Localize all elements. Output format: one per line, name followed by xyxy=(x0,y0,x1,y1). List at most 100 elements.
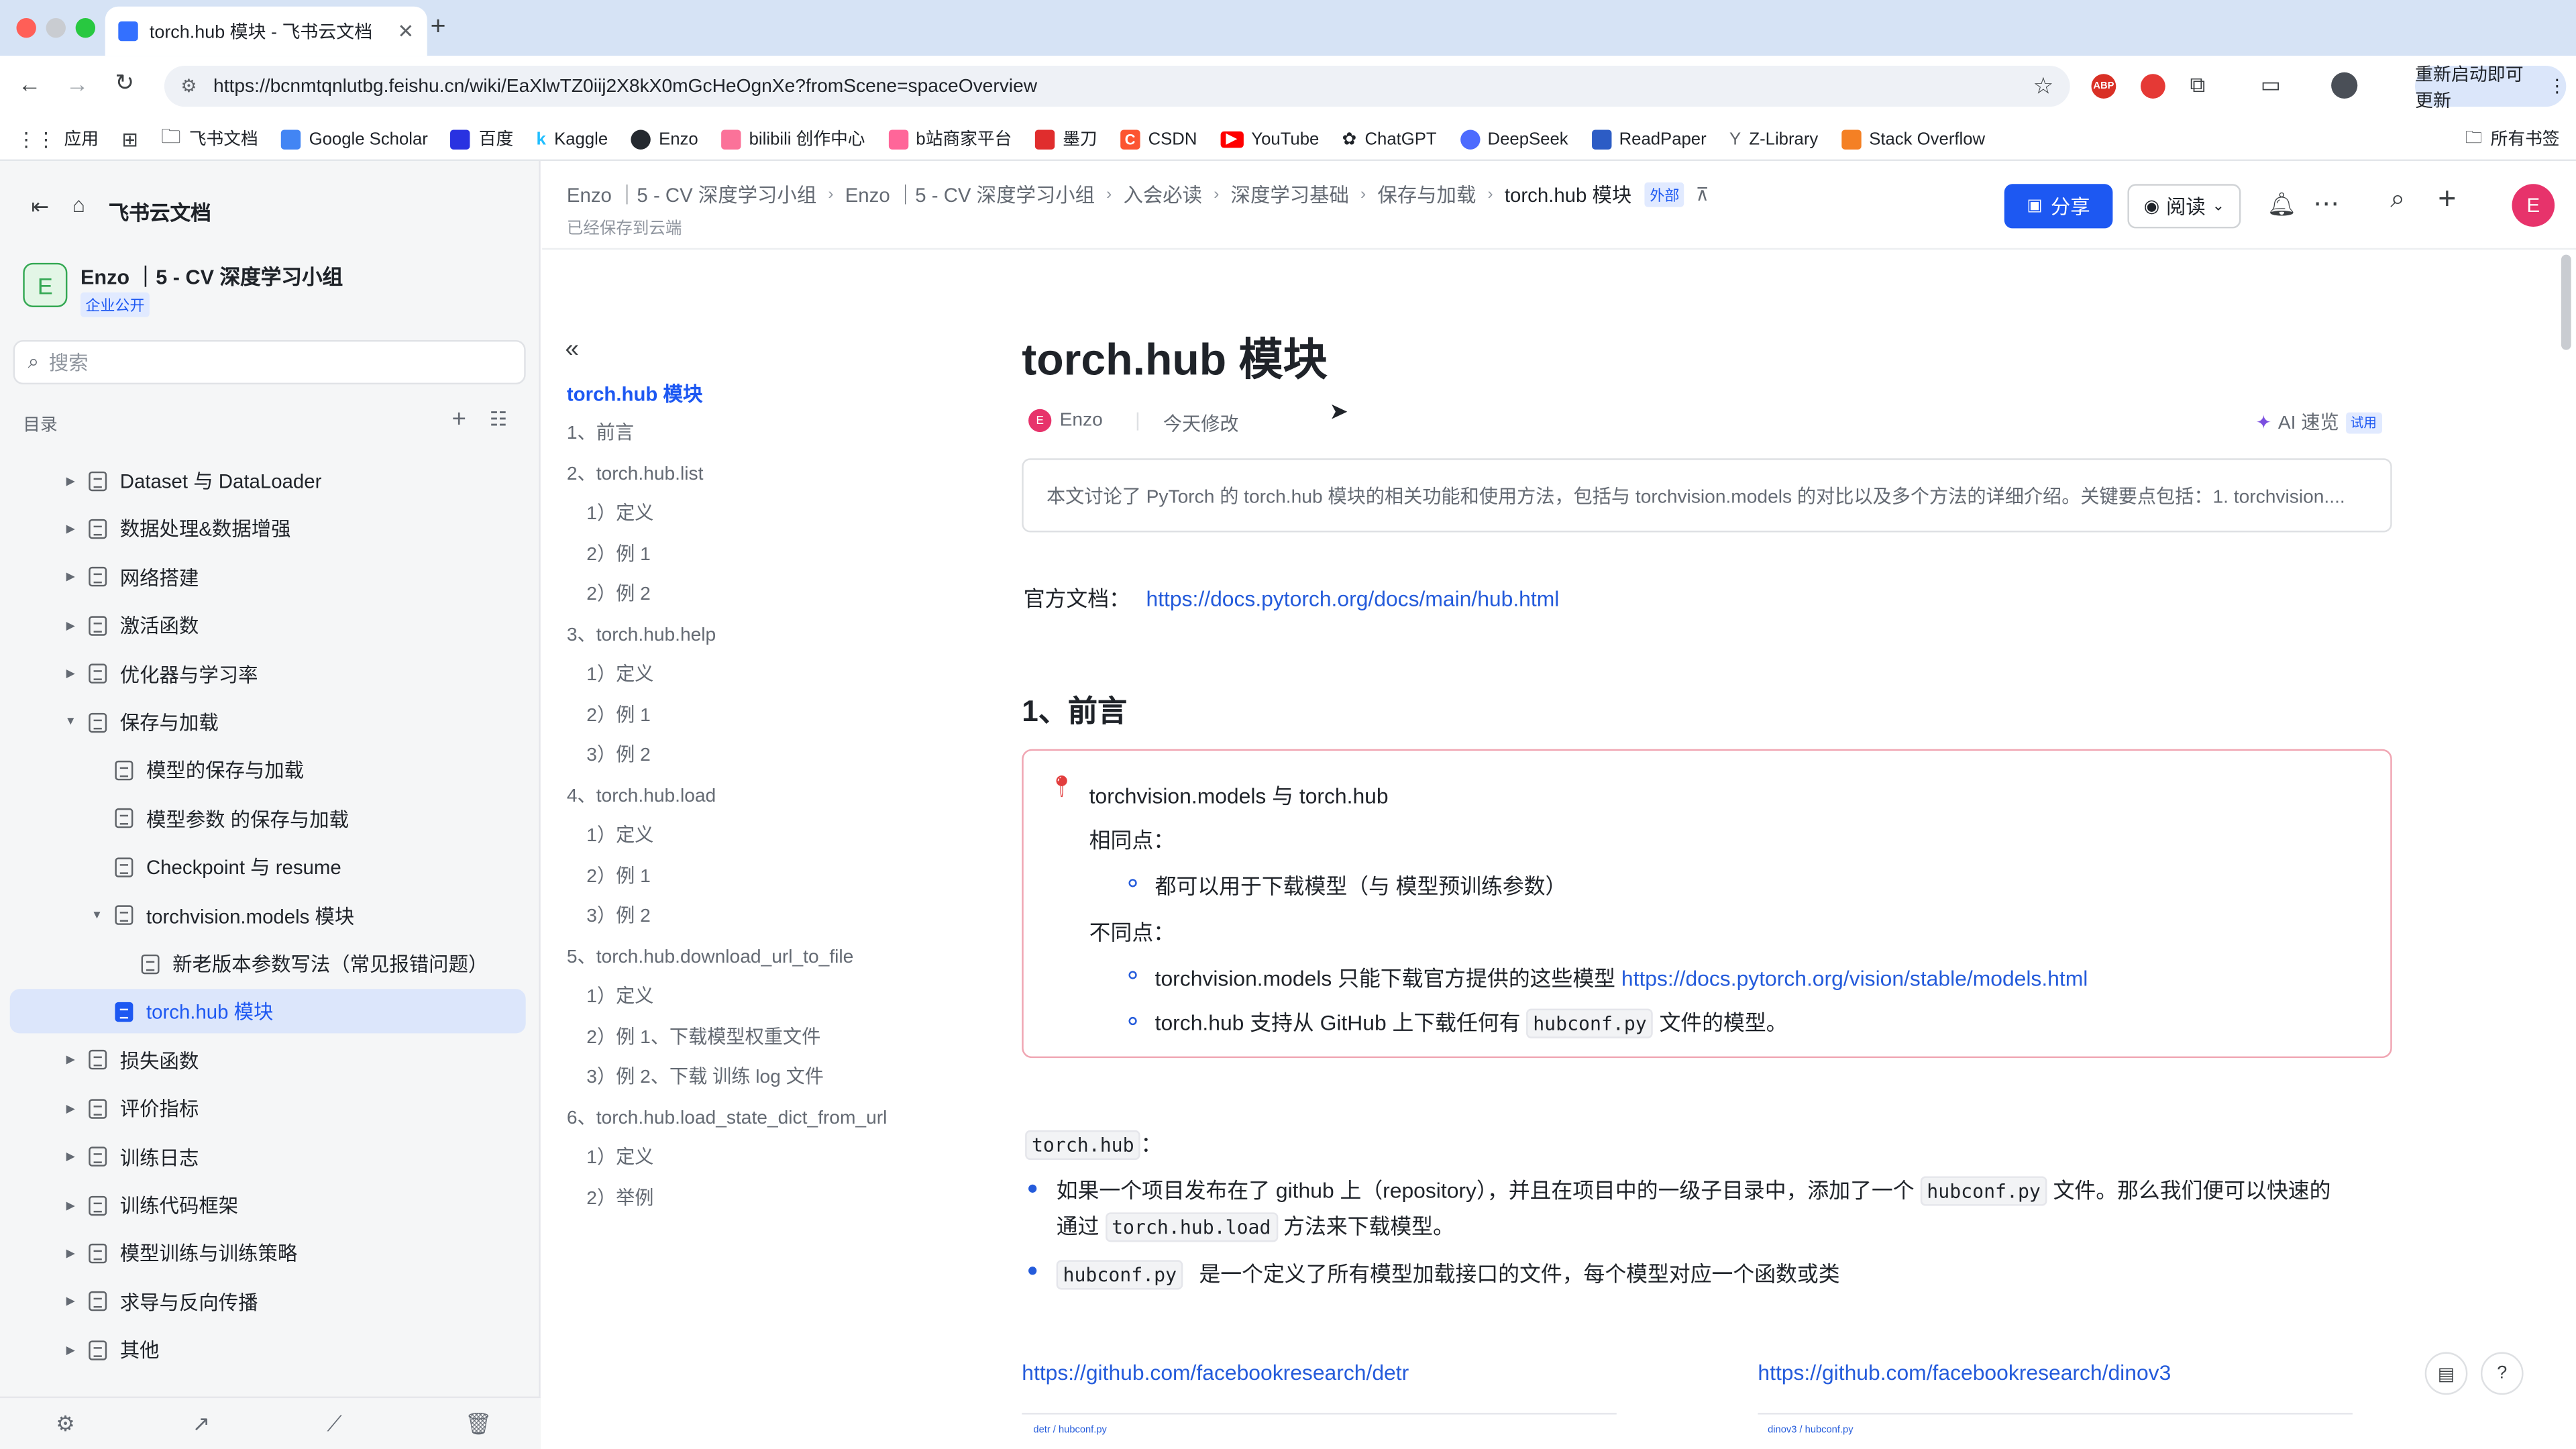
outline-item[interactable]: 2）举例 xyxy=(586,1183,653,1210)
close-tab-icon[interactable]: ✕ xyxy=(398,19,415,42)
tab-search-icon[interactable]: ▭ xyxy=(2261,72,2281,99)
bookmark-baidu[interactable]: 百度 xyxy=(451,127,513,152)
ai-summary-box[interactable]: 本文讨论了 PyTorch 的 torch.hub 模块的相关功能和使用方法，包… xyxy=(1022,458,2392,533)
sidebar-tree-item[interactable]: 新老版本参数写法（常见报错问题） xyxy=(10,941,526,985)
heading-intro[interactable]: 1、前言 xyxy=(1022,688,1127,731)
caret-right-icon[interactable]: ▶ xyxy=(62,1150,78,1163)
caret-right-icon[interactable]: ▶ xyxy=(62,1295,78,1308)
author-name[interactable]: Enzo xyxy=(1060,411,1103,430)
sidebar-tree-item[interactable]: ▶ 评价指标 xyxy=(10,1086,526,1130)
relaunch-update-button[interactable]: 重新启动即可更新 ⋮ xyxy=(2415,65,2567,111)
url-text[interactable]: https://bcnmtqnlutbg.feishu.cn/wiki/EaXl… xyxy=(213,76,2017,96)
browser-tab[interactable]: torch.hub 模块 - 飞书云文档 ✕ xyxy=(105,6,427,56)
outline-item[interactable]: 1）定义 xyxy=(586,660,653,686)
doc-info-button[interactable]: ▤ xyxy=(2424,1352,2468,1395)
caret-right-icon[interactable]: ▶ xyxy=(62,571,78,584)
sidebar-tree-item[interactable]: ▶ 优化器与学习率 xyxy=(10,651,526,696)
sidebar-tree-item[interactable]: ▶ 训练日志 xyxy=(10,1134,526,1179)
official-docs-link[interactable]: https://docs.pytorch.org/docs/main/hub.h… xyxy=(1146,586,1560,611)
outline-item[interactable]: 1、前言 xyxy=(567,419,634,445)
doc-title[interactable]: torch.hub 模块 xyxy=(1022,323,1327,388)
sidebar-tree-item[interactable]: 模型的保存与加载 xyxy=(10,748,526,792)
outline-item[interactable]: 3）例 2、下载 训练 log 文件 xyxy=(586,1063,824,1089)
bookmark-youtube[interactable]: ▶ YouTube xyxy=(1220,129,1319,149)
caret-right-icon[interactable]: ▶ xyxy=(62,1054,78,1067)
site-settings-icon[interactable]: ⚙ xyxy=(180,76,197,97)
bookmark-chatgpt[interactable]: ✿ ChatGPT xyxy=(1342,129,1437,148)
outline-item[interactable]: 2）例 1 xyxy=(586,539,651,566)
bookmark-feishu[interactable]: 🗀 飞书文档 xyxy=(161,121,258,156)
add-page-icon[interactable]: + xyxy=(451,406,466,434)
outline-item[interactable]: 2）例 1 xyxy=(586,700,651,727)
callout-box[interactable]: 📍︎ torchvision.models 与 torch.hub 相同点： 都… xyxy=(1022,749,2392,1059)
sidebar-tree-item[interactable]: ▼ torchvision.models 模块 xyxy=(10,893,526,937)
close-window-button[interactable] xyxy=(16,17,36,38)
breadcrumb-item[interactable]: 保存与加载 xyxy=(1377,180,1476,209)
caret-right-icon[interactable]: ▶ xyxy=(62,1344,78,1356)
sidebar-tree-item[interactable]: ▶ Dataset 与 DataLoader xyxy=(10,458,526,502)
sidebar-tree-item[interactable]: ▶ 模型训练与训练策略 xyxy=(10,1231,526,1275)
more-vert-icon[interactable]: ⋮ xyxy=(2548,76,2566,97)
new-tab-button[interactable]: + xyxy=(431,13,446,43)
bookmark-readpaper[interactable]: ReadPaper xyxy=(1591,129,1707,149)
maximize-window-button[interactable] xyxy=(75,17,96,38)
outline-item[interactable]: 5、torch.hub.download_url_to_file xyxy=(567,942,853,968)
bookmark-csdn[interactable]: C CSDN xyxy=(1120,129,1197,149)
forward-icon[interactable]: → xyxy=(66,70,89,97)
dinov3-preview-card[interactable]: dinov3 / hubconf.py xyxy=(1758,1413,2353,1449)
adblock-extension-icon[interactable]: ABP xyxy=(2091,74,2116,99)
analytics-icon[interactable]: ⟋ xyxy=(327,1411,341,1438)
share-button[interactable]: ▣ 分享 xyxy=(2004,184,2113,229)
bookmark-bilibili-merchant[interactable]: b站商家平台 xyxy=(888,127,1012,152)
caret-right-icon[interactable]: ▶ xyxy=(62,523,78,535)
app-name[interactable]: 飞书云文档 xyxy=(109,195,211,227)
caret-down-icon[interactable]: ▼ xyxy=(89,910,105,921)
toc-options-icon[interactable]: ☷ xyxy=(490,407,507,430)
minimize-window-button[interactable] xyxy=(46,17,66,38)
bookmark-deepseek[interactable]: DeepSeek xyxy=(1459,129,1568,149)
outline-item[interactable]: 2、torch.hub.list xyxy=(567,459,704,485)
more-icon[interactable]: ⋯ xyxy=(2313,187,2339,220)
ai-summary-button[interactable]: ✦ AI 速览 试用 xyxy=(2255,409,2382,435)
trash-icon[interactable]: 🗑 xyxy=(465,1411,492,1438)
detr-preview-card[interactable]: detr / hubconf.py xyxy=(1022,1413,1617,1449)
sidebar-tree-item[interactable]: 模型参数 的保存与加载 xyxy=(10,796,526,841)
sidebar-search[interactable]: ⌕ 搜索 xyxy=(13,339,526,385)
sidebar-tree-item[interactable]: ▶ 激活函数 xyxy=(10,603,526,647)
search-icon[interactable]: ⌕ xyxy=(2390,186,2405,215)
outline-item[interactable]: 4、torch.hub.load xyxy=(567,781,716,807)
collapse-outline-icon[interactable]: « xyxy=(565,335,578,364)
extension-red-icon[interactable] xyxy=(2141,74,2165,99)
pin-icon[interactable]: ⊼ xyxy=(1696,184,1709,205)
help-button[interactable]: ? xyxy=(2480,1352,2524,1395)
user-avatar[interactable]: E xyxy=(2512,184,2555,227)
bookmark-zlibrary[interactable]: Y Z-Library xyxy=(1729,129,1818,148)
detr-link[interactable]: https://github.com/facebookresearch/detr xyxy=(1022,1360,1409,1385)
outline-item[interactable]: 2）例 1、下载模型权重文件 xyxy=(586,1022,820,1049)
sidebar-tree-item[interactable]: ▶ 其他 xyxy=(10,1328,526,1372)
sidebar-tree-item[interactable]: ▶ 求导与反向传播 xyxy=(10,1279,526,1324)
collapse-sidebar-icon[interactable]: ⇤ xyxy=(32,194,50,220)
outline-item[interactable]: 3）例 2 xyxy=(586,741,651,767)
dinov3-link[interactable]: https://github.com/facebookresearch/dino… xyxy=(1758,1360,2171,1385)
bookmark-google-scholar[interactable]: Google Scholar xyxy=(280,129,428,149)
outline-item[interactable]: 1）定义 xyxy=(586,982,653,1008)
share-out-icon[interactable]: ↗ xyxy=(193,1411,211,1438)
reload-icon[interactable]: ↻ xyxy=(115,69,134,97)
sidebar-tree-item[interactable]: ▶ 数据处理&数据增强 xyxy=(10,506,526,551)
outline-title[interactable]: torch.hub 模块 xyxy=(567,380,702,408)
space-name[interactable]: Enzo ｜5 - CV 深度学习小组 xyxy=(80,260,508,291)
settings-icon[interactable]: ⚙ xyxy=(56,1411,75,1438)
bookmark-star-icon[interactable]: ☆ xyxy=(2033,72,2053,101)
outline-item[interactable]: 3、torch.hub.help xyxy=(567,620,716,646)
outline-item[interactable]: 2）例 2 xyxy=(586,580,651,606)
extensions-puzzle-icon[interactable]: ⧉ xyxy=(2190,72,2205,99)
caret-right-icon[interactable]: ▶ xyxy=(62,667,78,680)
all-bookmarks[interactable]: 🗀 所有书签 xyxy=(2465,124,2560,154)
sidebar-tree-item[interactable]: ▼ 保存与加载 xyxy=(10,700,526,744)
breadcrumb-item[interactable]: 深度学习基础 xyxy=(1231,180,1349,209)
home-icon[interactable]: ⌂ xyxy=(72,193,85,217)
caret-right-icon[interactable]: ▶ xyxy=(62,1247,78,1260)
add-icon[interactable]: + xyxy=(2438,182,2456,219)
bookmark-stackoverflow[interactable]: Stack Overflow xyxy=(1841,129,1985,149)
